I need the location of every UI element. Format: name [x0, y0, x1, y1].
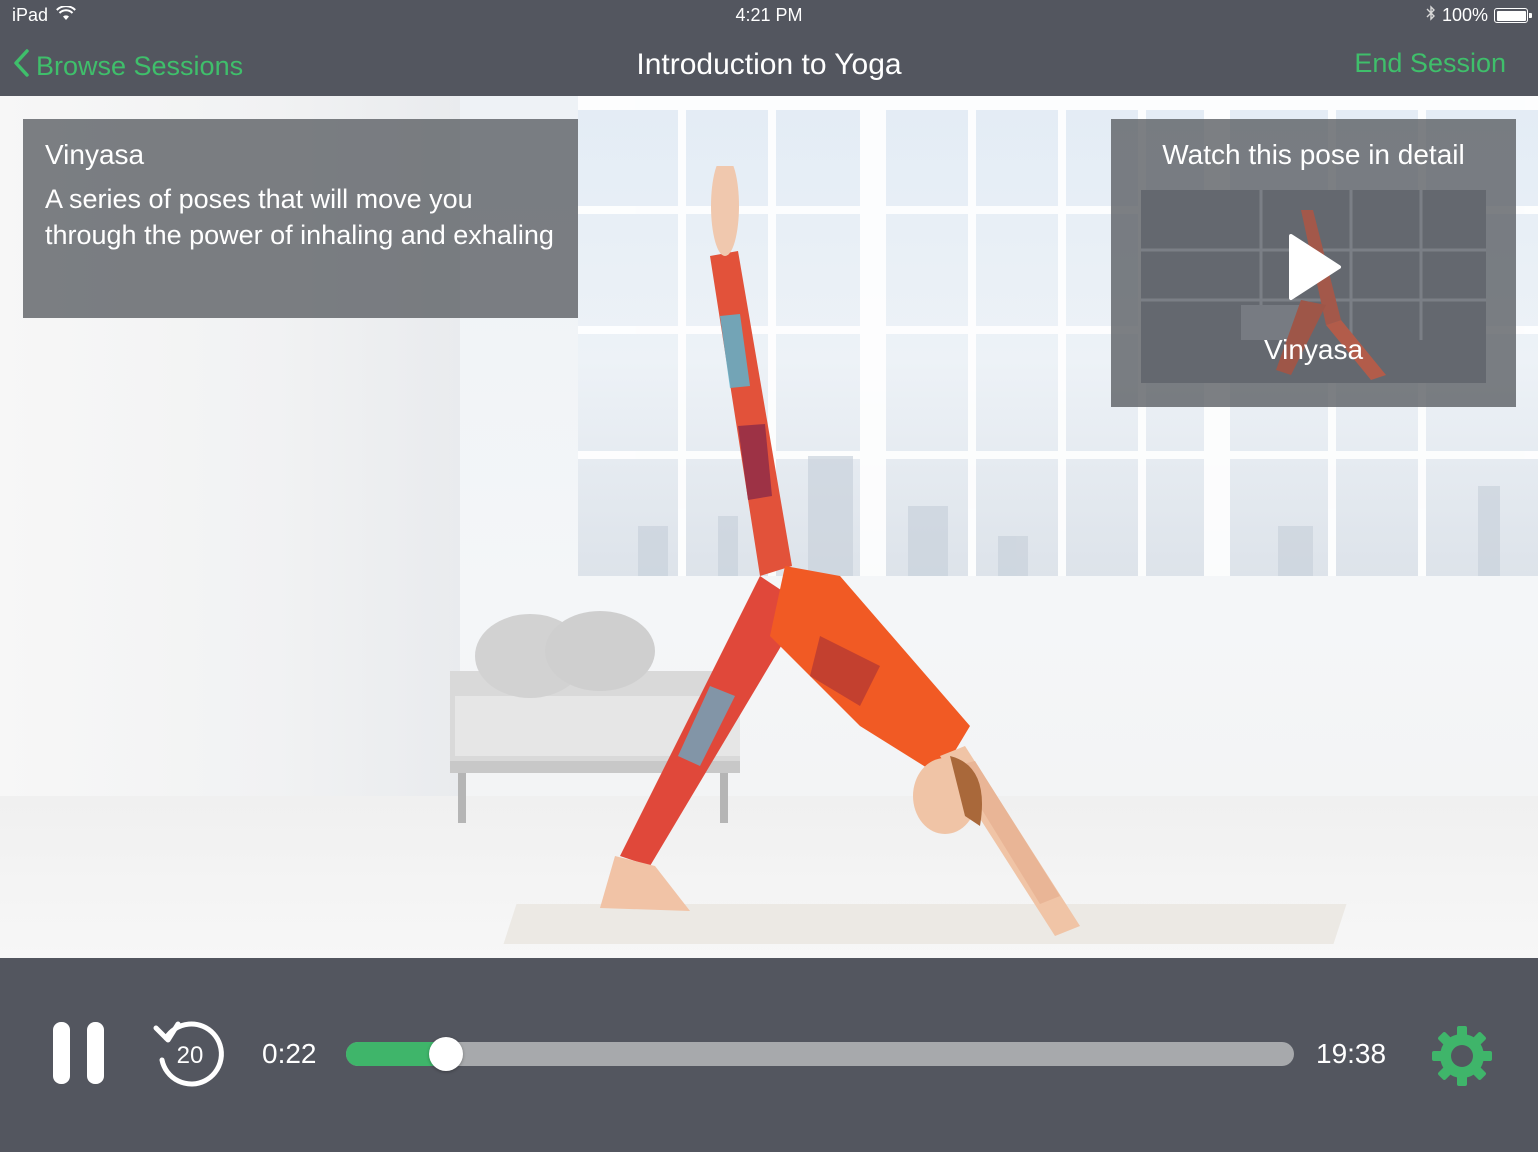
progress-handle[interactable]	[429, 1037, 463, 1071]
pause-icon	[53, 1022, 70, 1084]
gear-icon	[1432, 1026, 1492, 1086]
battery-icon	[1494, 8, 1532, 23]
page-title: Introduction to Yoga	[636, 48, 902, 81]
play-icon	[1289, 234, 1341, 300]
playback-controls: 20 0:22 19:38	[0, 958, 1538, 1152]
status-time: 4:21 PM	[735, 5, 803, 25]
pose-title: Vinyasa	[45, 139, 145, 170]
bluetooth-icon	[1426, 5, 1436, 26]
pose-description: A series of poses that will move you thr…	[45, 184, 554, 250]
pose-detail-video-thumbnail[interactable]: Vinyasa	[1141, 190, 1486, 383]
video-player[interactable]: Vinyasa A series of poses that will move…	[0, 96, 1538, 958]
thumbnail-label: Vinyasa	[1263, 334, 1364, 365]
pose-detail-title: Watch this pose in detail	[1162, 139, 1465, 170]
pose-detail-panel: Watch this pose in detail Vinyasa	[1111, 119, 1516, 407]
navigation-bar: Browse Sessions Introduction to Yoga End…	[0, 32, 1538, 96]
pause-icon-bar	[87, 1022, 104, 1084]
total-time: 19:38	[1316, 1038, 1387, 1069]
progress-bar[interactable]	[346, 1037, 1294, 1071]
replay-20-button[interactable]: 20	[152, 1016, 228, 1092]
battery-percent: 100%	[1441, 5, 1488, 25]
pose-info-panel: Vinyasa A series of poses that will move…	[23, 119, 578, 318]
pause-button[interactable]	[53, 1022, 105, 1086]
settings-button[interactable]	[1430, 1024, 1494, 1088]
replay-seconds: 20	[176, 1042, 204, 1069]
current-time: 0:22	[262, 1038, 317, 1069]
status-right: 100%	[1426, 5, 1532, 26]
end-session-button[interactable]: End Session	[1354, 48, 1506, 79]
status-bar: iPad 4:21 PM 100%	[0, 0, 1538, 32]
yoga-instructor-figure	[600, 166, 1080, 936]
